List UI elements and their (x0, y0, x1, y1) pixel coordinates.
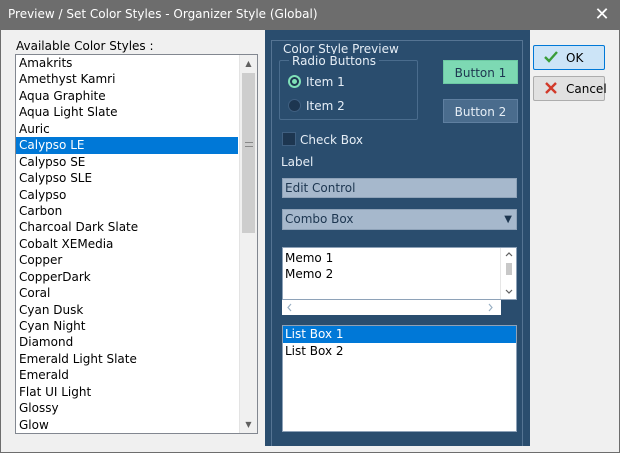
x-icon (543, 80, 559, 100)
style-list-item[interactable]: Glow (16, 417, 238, 433)
list-box-item-2[interactable]: List Box 2 (283, 343, 516, 360)
preview-memo[interactable]: Memo 1 Memo 2 (282, 247, 517, 300)
style-list-item[interactable]: Calypso LE (16, 137, 238, 154)
scroll-thumb[interactable] (242, 73, 255, 233)
memo-hscroll-arrows-icon (287, 303, 493, 312)
list-box-item-1[interactable]: List Box 1 (283, 326, 516, 343)
scroll-grip (245, 142, 253, 147)
radio-item-1[interactable] (288, 75, 301, 88)
available-styles-label: Available Color Styles : (16, 39, 154, 53)
style-list-item[interactable]: Cyan Dusk (16, 302, 238, 318)
scroll-up-icon[interactable]: ▲ (240, 55, 257, 72)
radio-item-1-label: Item 1 (306, 75, 345, 89)
style-list-item[interactable]: Cyan Night (16, 318, 238, 334)
color-styles-items: Amakrits Amethyst Kamri Aqua Graphite Aqua … (16, 55, 238, 433)
preview-button-1[interactable]: Button 1 (443, 60, 518, 84)
style-list-item[interactable]: Copper (16, 252, 238, 268)
preview-label: Label (281, 155, 314, 169)
preview-edit-control[interactable]: Edit Control (282, 178, 517, 198)
ok-button[interactable]: OK (533, 45, 605, 70)
style-list-item[interactable]: Diamond (16, 334, 238, 350)
style-list-item[interactable]: Calypso (16, 187, 238, 203)
style-list-item[interactable]: CopperDark (16, 269, 238, 285)
preview-button-2[interactable]: Button 2 (443, 99, 518, 123)
style-list-item[interactable]: Auric (16, 121, 238, 137)
preview-list-box[interactable]: List Box 1 List Box 2 (282, 325, 517, 432)
style-list-item[interactable]: Carbon (16, 203, 238, 219)
radio-group-box (279, 60, 418, 120)
window-title: Preview / Set Color Styles - Organizer S… (8, 7, 318, 21)
check-icon (543, 49, 559, 69)
style-list-item[interactable]: Emerald Light Slate (16, 351, 238, 367)
memo-line-1: Memo 1 (285, 251, 334, 265)
style-list-item[interactable]: Glossy (16, 400, 238, 416)
style-list-item[interactable]: Amakrits (16, 55, 238, 71)
checkbox-label: Check Box (300, 133, 364, 147)
combo-value: Combo Box (285, 212, 354, 226)
style-list-item[interactable]: Aqua Graphite (16, 88, 238, 104)
memo-horizontal-scrollbar[interactable] (282, 300, 501, 315)
close-icon[interactable]: ✕ (591, 4, 613, 26)
style-list-item[interactable]: Charcoal Dark Slate (16, 219, 238, 235)
memo-vertical-scrollbar[interactable] (500, 248, 516, 299)
style-list-item[interactable]: Calypso SE (16, 154, 238, 170)
color-style-preview-panel: Color Style Preview Radio Buttons Item 1… (265, 30, 530, 446)
scroll-down-icon[interactable]: ▼ (240, 416, 257, 433)
style-list-item[interactable]: Amethyst Kamri (16, 71, 238, 87)
dialog-window: Preview / Set Color Styles - Organizer S… (0, 0, 620, 453)
radio-group-label: Radio Buttons (289, 54, 379, 68)
style-list-item[interactable]: Cobalt XEMedia (16, 236, 238, 252)
style-list-item[interactable]: Calypso SLE (16, 170, 238, 186)
style-list-item[interactable]: Flat UI Light (16, 384, 238, 400)
memo-line-2: Memo 2 (285, 267, 334, 281)
radio-item-2[interactable] (288, 99, 301, 112)
title-bar: Preview / Set Color Styles - Organizer S… (1, 1, 619, 30)
radio-item-2-label: Item 2 (306, 99, 345, 113)
ok-label: OK (566, 51, 584, 65)
cancel-label: Cancel (566, 82, 607, 96)
chevron-down-icon[interactable]: ▼ (504, 210, 512, 229)
cancel-button[interactable]: Cancel (533, 76, 607, 101)
style-list-item[interactable]: Emerald (16, 367, 238, 383)
preview-combo-box[interactable]: Combo Box ▼ (282, 209, 517, 230)
memo-scroll-arrows-icon (505, 252, 513, 294)
preview-checkbox[interactable] (282, 132, 296, 146)
style-list-item[interactable]: Coral (16, 285, 238, 301)
styles-vertical-scrollbar[interactable]: ▲ ▼ (239, 55, 257, 433)
style-list-item[interactable]: Aqua Light Slate (16, 104, 238, 120)
color-styles-list[interactable]: Amakrits Amethyst Kamri Aqua Graphite Aqua … (15, 54, 258, 434)
